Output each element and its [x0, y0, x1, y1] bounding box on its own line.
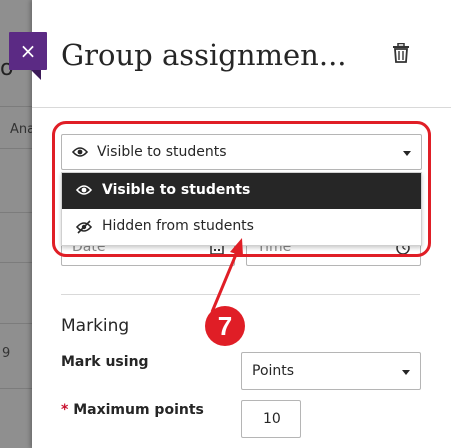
background-cell-value: 9: [2, 346, 11, 361]
close-icon: ×: [19, 39, 37, 63]
close-panel-button[interactable]: ×: [9, 32, 47, 80]
background-divider: [0, 212, 32, 213]
max-points-label: * Maximum points: [61, 402, 204, 418]
required-marker: *: [61, 402, 69, 418]
settings-panel: Group assignmen... Visible to students D…: [32, 0, 451, 448]
trash-icon[interactable]: [392, 43, 410, 63]
max-points-value: 10: [263, 411, 281, 427]
section-divider: [61, 294, 420, 295]
step-number-badge: 7: [205, 306, 245, 346]
annotation-highlight-box: [52, 121, 431, 257]
panel-header: Group assignmen...: [32, 0, 451, 108]
section-title-marking: Marking: [61, 316, 130, 336]
background-divider: [0, 106, 32, 107]
max-points-input[interactable]: 10: [241, 400, 301, 438]
mark-using-label: Mark using: [61, 354, 149, 370]
background-divider: [0, 323, 32, 324]
background-divider: [0, 148, 32, 149]
background-divider: [0, 262, 32, 263]
background-divider: [0, 388, 32, 389]
max-points-label-text: Maximum points: [73, 402, 204, 418]
page-title: Group assignmen...: [61, 38, 347, 72]
mark-using-select[interactable]: Points: [241, 352, 421, 390]
chevron-down-icon: [402, 370, 410, 375]
mark-using-value: Points: [252, 363, 295, 379]
